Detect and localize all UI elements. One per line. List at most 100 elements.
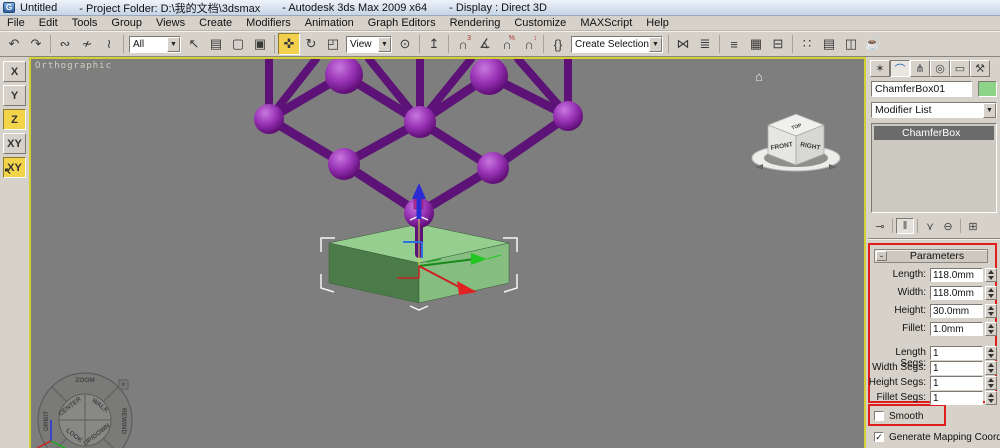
quick-render-button[interactable]: ☕ <box>862 33 884 55</box>
restrict-axis-y[interactable]: Y <box>3 85 26 106</box>
tab-display[interactable]: ▭ <box>950 60 970 77</box>
chevron-down-icon[interactable]: ▼ <box>378 36 391 52</box>
spinner-up-icon[interactable] <box>988 306 994 310</box>
spinner-up-icon[interactable] <box>988 393 994 397</box>
pin-stack-button[interactable]: ⊸ <box>871 218 889 234</box>
restrict-axis-xy-plane[interactable]: XY ↖ <box>3 157 26 178</box>
object-color-swatch[interactable] <box>978 81 997 97</box>
spinner-down-icon[interactable] <box>988 276 994 280</box>
spinner-down-icon[interactable] <box>988 399 994 403</box>
param-value-field[interactable]: 1 <box>930 361 983 375</box>
close-icon[interactable]: × <box>121 380 126 389</box>
select-by-name-button[interactable]: ▤ <box>205 33 227 55</box>
modifier-list-dropdown[interactable]: Modifier List ▼ <box>871 102 997 118</box>
chevron-down-icon[interactable]: ▼ <box>649 36 662 52</box>
menu-group[interactable]: Group <box>104 17 149 29</box>
menu-views[interactable]: Views <box>149 17 192 29</box>
spinner-up-icon[interactable] <box>988 324 994 328</box>
menu-maxscript[interactable]: MAXScript <box>573 17 639 29</box>
window-crossing-toggle-button[interactable]: ▣ <box>249 33 271 55</box>
tab-modify[interactable]: ⌒ <box>890 60 910 77</box>
schematic-view-button[interactable]: ⊟ <box>767 33 789 55</box>
viewport-orthographic[interactable]: TOP FRONT RIGHT ⌂ ZOOM REWIND ORBIT CENTER WALK L… <box>29 57 866 448</box>
modifier-stack[interactable]: ChamferBox <box>871 123 997 213</box>
spinner-down-icon[interactable] <box>988 294 994 298</box>
menu-graph-editors[interactable]: Graph Editors <box>361 17 443 29</box>
configure-modifier-sets-button[interactable]: ⊞ <box>964 218 982 234</box>
bind-to-space-warp-button[interactable]: ≀ <box>98 33 120 55</box>
material-editor-button[interactable]: ∷ <box>796 33 818 55</box>
mirror-button[interactable]: ⋈ <box>672 33 694 55</box>
redo-button[interactable]: ↷ <box>25 33 47 55</box>
viewcube[interactable]: TOPFRONT RIGHT⌂ <box>751 69 841 172</box>
tab-motion[interactable]: ◎ <box>930 60 950 77</box>
rectangular-selection-region-button[interactable]: ▢ <box>227 33 249 55</box>
unlink-selection-button[interactable]: ≁ <box>76 33 98 55</box>
spinner-control[interactable] <box>985 361 997 375</box>
object-name-field[interactable]: ChamferBox01 <box>871 81 972 97</box>
spinner-down-icon[interactable] <box>988 354 994 358</box>
spinner-control[interactable] <box>985 322 997 336</box>
parameters-rollout-header[interactable]: - Parameters <box>874 249 988 263</box>
steering-wheel[interactable]: ZOOMREWINDORBITCENTER WALKLOOK UP/DOWN× <box>37 372 133 448</box>
spinner-up-icon[interactable] <box>988 288 994 292</box>
spinner-control[interactable] <box>985 391 997 405</box>
spinner-up-icon[interactable] <box>988 270 994 274</box>
spinner-down-icon[interactable] <box>988 312 994 316</box>
wheel-label-rewind[interactable]: REWIND <box>120 408 127 435</box>
render-setup-button[interactable]: ▤ <box>818 33 840 55</box>
select-and-scale-button[interactable]: ◰ <box>322 33 344 55</box>
menu-file[interactable]: File <box>0 17 32 29</box>
spinner-down-icon[interactable] <box>988 369 994 373</box>
restrict-axis-z[interactable]: Z <box>3 109 26 130</box>
menu-animation[interactable]: Animation <box>298 17 361 29</box>
spinner-control[interactable] <box>985 286 997 300</box>
menu-rendering[interactable]: Rendering <box>443 17 508 29</box>
viewcube-home-icon[interactable]: ⌂ <box>755 69 763 84</box>
snaps-toggle-button[interactable]: ∩ 3 <box>452 33 474 55</box>
spinner-up-icon[interactable] <box>988 348 994 352</box>
menu-customize[interactable]: Customize <box>507 17 573 29</box>
menu-help[interactable]: Help <box>639 17 676 29</box>
select-and-rotate-button[interactable]: ↻ <box>300 33 322 55</box>
param-value-field[interactable]: 30.0mm <box>930 304 983 318</box>
menu-create[interactable]: Create <box>192 17 239 29</box>
spinner-down-icon[interactable] <box>988 330 994 334</box>
checkbox[interactable] <box>874 411 884 421</box>
selection-filter-dropdown[interactable]: All ▼ <box>129 35 181 53</box>
restrict-axis-xy[interactable]: XY <box>3 133 26 154</box>
stack-item-chamferbox[interactable]: ChamferBox <box>874 126 994 140</box>
wheel-label-orbit[interactable]: ORBIT <box>43 411 50 431</box>
align-button[interactable]: ≣ <box>694 33 716 55</box>
menu-modifiers[interactable]: Modifiers <box>239 17 298 29</box>
use-pivot-point-center-button[interactable]: ⊙ <box>394 33 416 55</box>
undo-button[interactable]: ↶ <box>3 33 25 55</box>
tab-create[interactable]: ✶ <box>870 60 890 77</box>
viewport-canvas[interactable]: TOPFRONT RIGHT⌂ZOOMREWINDORBITCENTER WALKL… <box>31 59 864 448</box>
param-value-field[interactable]: 1 <box>930 346 983 360</box>
spinner-control[interactable] <box>985 268 997 282</box>
select-and-manipulate-button[interactable]: ↥ <box>423 33 445 55</box>
make-unique-button[interactable]: ⋎ <box>921 218 939 234</box>
chevron-down-icon[interactable]: ▼ <box>983 102 996 118</box>
tab-utilities[interactable]: ⚒ <box>970 60 990 77</box>
param-value-field[interactable]: 118.0mm <box>930 286 983 300</box>
select-object-button[interactable]: ↖ <box>183 33 205 55</box>
select-and-move-button[interactable]: ✜ <box>278 33 300 55</box>
edit-named-selection-sets-button[interactable]: {} <box>547 33 569 55</box>
tab-hierarchy[interactable]: ⋔ <box>910 60 930 77</box>
layer-manager-button[interactable]: ≡ <box>723 33 745 55</box>
restrict-axis-x[interactable]: X <box>3 61 26 82</box>
spinner-snap-toggle-button[interactable]: ∩ ↕ <box>518 33 540 55</box>
named-selection-sets-dropdown[interactable]: Create Selection Set▼ <box>571 35 663 53</box>
spinner-control[interactable] <box>985 376 997 390</box>
viewport-label[interactable]: Orthographic <box>35 61 112 71</box>
curve-editor-button[interactable]: ▦ <box>745 33 767 55</box>
show-end-result-button[interactable]: ‖ <box>896 218 914 234</box>
wheel-label-zoom[interactable]: ZOOM <box>75 377 95 384</box>
spinner-control[interactable] <box>985 304 997 318</box>
param-value-field[interactable]: 1.0mm <box>930 322 983 336</box>
rollout-collapse-button[interactable]: - <box>876 251 887 261</box>
angle-snap-toggle-button[interactable]: ∡ <box>474 33 496 55</box>
chevron-down-icon[interactable]: ▼ <box>167 36 180 52</box>
